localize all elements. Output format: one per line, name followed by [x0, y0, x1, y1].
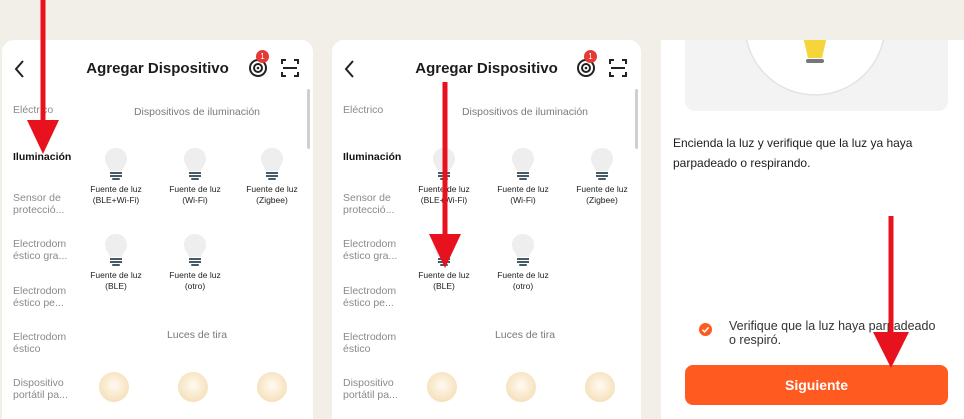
section-title: Luces de tira	[494, 329, 556, 341]
header: Agregar Dispositivo 1	[2, 50, 313, 82]
add-device-screen-1: Agregar Dispositivo 1 Eléctrico Iluminac…	[2, 40, 313, 419]
device-label: Fuente de luz (Zigbee)	[246, 184, 298, 205]
device-label: Fuente de luz (otro)	[169, 270, 221, 291]
strip-light-icon[interactable]	[506, 372, 536, 402]
device-label: Fuente de luz (Wi-Fi)	[497, 184, 549, 205]
device-label: Fuente de luz (BLE)	[90, 270, 142, 291]
category-item[interactable]: Dispositivo portátil pa...	[343, 377, 413, 401]
category-item-active[interactable]: Iluminación	[343, 151, 413, 163]
section-title: Dispositivos de iluminación	[461, 106, 589, 118]
notification-badge: 1	[256, 50, 269, 63]
confirm-light-screen: Encienda la luz y verifique que la luz y…	[661, 40, 964, 419]
device-tile[interactable]: Fuente de luz (otro)	[491, 233, 555, 292]
category-item[interactable]: Dispositivo portátil pa...	[13, 377, 83, 401]
category-item[interactable]: Sensor de protecció...	[343, 192, 413, 216]
device-label: Fuente de luz (otro)	[497, 270, 549, 291]
strip-light-icon[interactable]	[585, 372, 615, 402]
device-tile[interactable]: Fuente de luz (BLE)	[84, 233, 148, 292]
check-icon[interactable]	[699, 323, 712, 336]
device-label: Fuente de luz (BLE+Wi-Fi)	[418, 184, 470, 205]
bulb-icon	[433, 234, 455, 266]
add-device-screen-2: Agregar Dispositivo 1 Eléctrico Iluminac…	[332, 40, 641, 419]
bulb-icon	[591, 148, 613, 180]
bulb-icon	[184, 234, 206, 266]
device-label: Fuente de luz (Wi-Fi)	[169, 184, 221, 205]
bulb-icon	[512, 148, 534, 180]
device-tile[interactable]: Fuente de luz (Zigbee)	[240, 147, 304, 206]
device-tile[interactable]: Fuente de luz (otro)	[163, 233, 227, 292]
instruction-text: Encienda la luz y verifique que la luz y…	[673, 136, 913, 170]
bulb-icon	[184, 148, 206, 180]
notification-badge: 1	[584, 50, 597, 63]
bulb-icon	[105, 148, 127, 180]
scrollbar[interactable]	[635, 89, 638, 149]
scan-icon[interactable]	[608, 58, 628, 78]
device-label: Fuente de luz (BLE)	[418, 270, 470, 291]
lamp-illustration	[685, 40, 948, 111]
category-item[interactable]: Eléctrico	[13, 104, 83, 116]
bulb-icon	[512, 234, 534, 266]
section-title: Dispositivos de iluminación	[133, 106, 261, 118]
category-item[interactable]: Electrodom éstico gra...	[13, 238, 83, 262]
lamp-icon	[745, 40, 885, 96]
device-label: Fuente de luz (BLE+Wi-Fi)	[90, 184, 142, 205]
strip-light-icon[interactable]	[99, 372, 129, 402]
device-tile[interactable]: Fuente de luz (BLE+Wi-Fi)	[412, 147, 476, 206]
checkbox-label: Verifique que la luz haya parpadeado o r…	[729, 319, 936, 347]
strip-light-icon[interactable]	[427, 372, 457, 402]
category-item-active[interactable]: Iluminación	[13, 151, 83, 163]
device-tile[interactable]: Fuente de luz (Zigbee)	[570, 147, 634, 206]
device-tile[interactable]: Fuente de luz (Wi-Fi)	[163, 147, 227, 206]
device-tile[interactable]: Fuente de luz (BLE)	[412, 233, 476, 292]
bulb-icon	[261, 148, 283, 180]
category-item[interactable]: Electrodom éstico	[343, 331, 413, 355]
category-item[interactable]: Electrodom éstico	[13, 331, 83, 355]
bulb-icon	[433, 148, 455, 180]
strip-light-icon[interactable]	[178, 372, 208, 402]
bulb-icon	[105, 234, 127, 266]
category-item[interactable]: Electrodom éstico pe...	[343, 285, 413, 309]
strip-light-icon[interactable]	[257, 372, 287, 402]
section-title: Luces de tira	[166, 329, 228, 341]
category-item[interactable]: Eléctrico	[343, 104, 413, 116]
scan-icon[interactable]	[280, 58, 300, 78]
header: Agregar Dispositivo 1	[332, 50, 641, 82]
next-button[interactable]: Siguiente	[685, 365, 948, 405]
device-label: Fuente de luz (Zigbee)	[576, 184, 628, 205]
device-tile[interactable]: Fuente de luz (BLE+Wi-Fi)	[84, 147, 148, 206]
category-item[interactable]: Electrodom éstico gra...	[343, 238, 413, 262]
scrollbar[interactable]	[307, 89, 310, 149]
category-item[interactable]: Sensor de protecció...	[13, 192, 83, 216]
device-tile[interactable]: Fuente de luz (Wi-Fi)	[491, 147, 555, 206]
category-item[interactable]: Electrodom éstico pe...	[13, 285, 83, 309]
